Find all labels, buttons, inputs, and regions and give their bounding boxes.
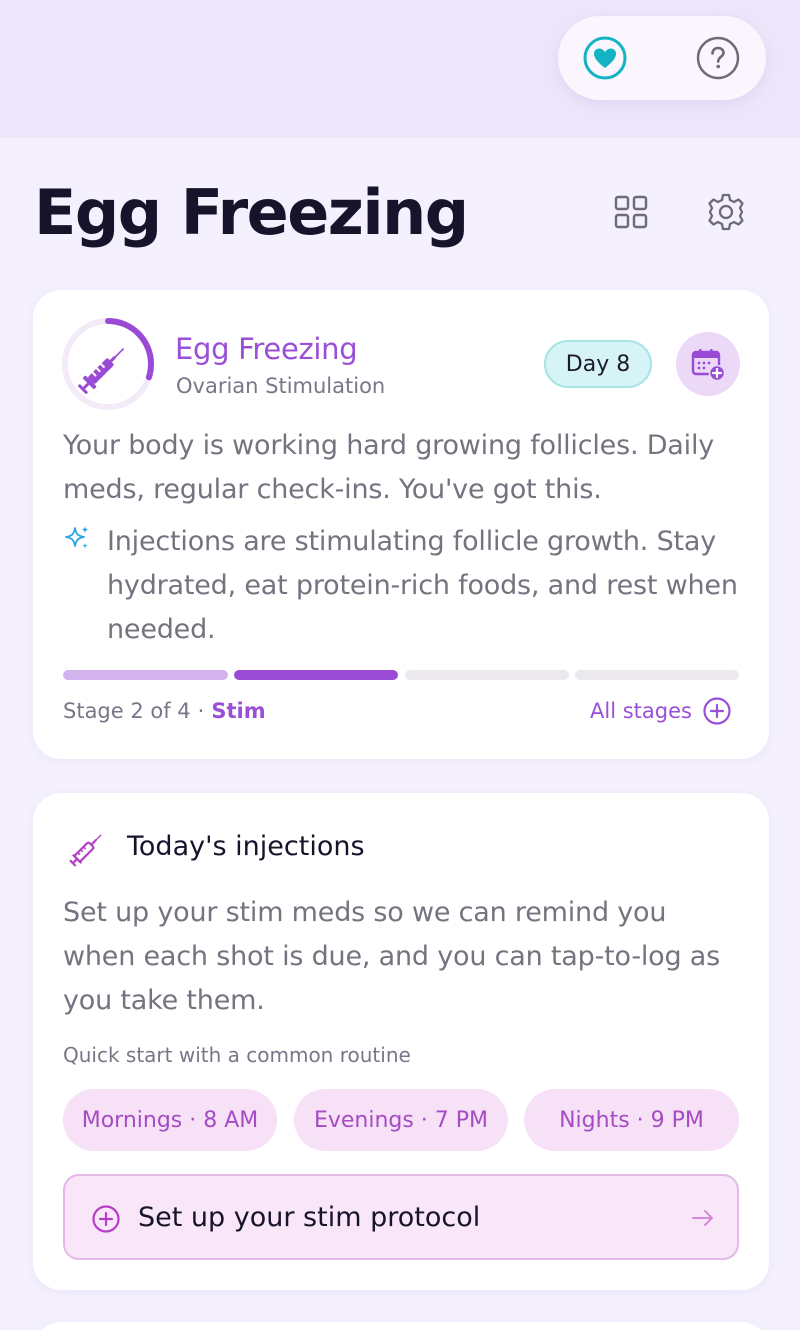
stage-card: Egg Freezing Ovarian Stimulation Day 8 Y… <box>33 290 769 759</box>
stage-description: Your body is working hard growing follic… <box>63 430 715 505</box>
plus-circle-icon <box>92 1205 120 1233</box>
day-badge: Day 8 <box>544 340 652 388</box>
calendar-add-icon <box>691 349 726 382</box>
routine-chip-nights[interactable]: Nights · 9 PM <box>524 1089 739 1151</box>
stage-separator: · <box>197 699 205 723</box>
setup-protocol-label: Set up your stim protocol <box>138 1202 481 1233</box>
heart-circle-icon[interactable] <box>582 35 628 81</box>
routine-chip-evenings[interactable]: Evenings · 7 PM <box>294 1089 508 1151</box>
page-title: Egg Freezing <box>34 176 469 249</box>
question-circle-icon[interactable] <box>695 35 741 81</box>
calendar-add-button[interactable] <box>676 332 740 396</box>
stage-count: Stage 2 of 4 · Stim <box>63 699 266 723</box>
routine-chip-mornings[interactable]: Mornings · 8 AM <box>63 1089 277 1151</box>
grid-icon[interactable] <box>611 192 651 232</box>
all-stages-label: All stages <box>590 699 692 723</box>
next-card <box>33 1322 769 1330</box>
stage-tip: Injections are stimulating follicle grow… <box>107 526 738 645</box>
plus-circle-icon <box>703 697 731 725</box>
stage-progress-ring <box>60 316 156 412</box>
injections-card: Today's injections Set up your stim meds… <box>33 793 769 1290</box>
stage-segment-2 <box>234 670 398 680</box>
gear-icon[interactable] <box>706 192 746 232</box>
all-stages-link[interactable]: All stages <box>590 696 732 726</box>
setup-protocol-button[interactable]: Set up your stim protocol <box>63 1174 739 1260</box>
stage-segment-4 <box>575 670 739 680</box>
stage-count-text: Stage 2 of 4 <box>63 699 191 723</box>
syringe-icon <box>78 347 125 394</box>
sparkle-icon <box>64 524 92 552</box>
stage-segment-3 <box>405 670 569 680</box>
syringe-icon <box>65 827 109 871</box>
mode-toggle <box>558 16 766 100</box>
stage-subtitle: Ovarian Stimulation <box>176 374 386 398</box>
injections-title: Today's injections <box>127 831 365 862</box>
stage-name: Stim <box>211 699 266 723</box>
stage-segment-1 <box>63 670 228 680</box>
arrow-right-icon <box>692 1210 713 1226</box>
stage-title: Egg Freezing <box>175 332 358 366</box>
injections-description: Set up your stim meds so we can remind y… <box>63 897 721 1016</box>
quick-start-label: Quick start with a common routine <box>63 1043 411 1067</box>
